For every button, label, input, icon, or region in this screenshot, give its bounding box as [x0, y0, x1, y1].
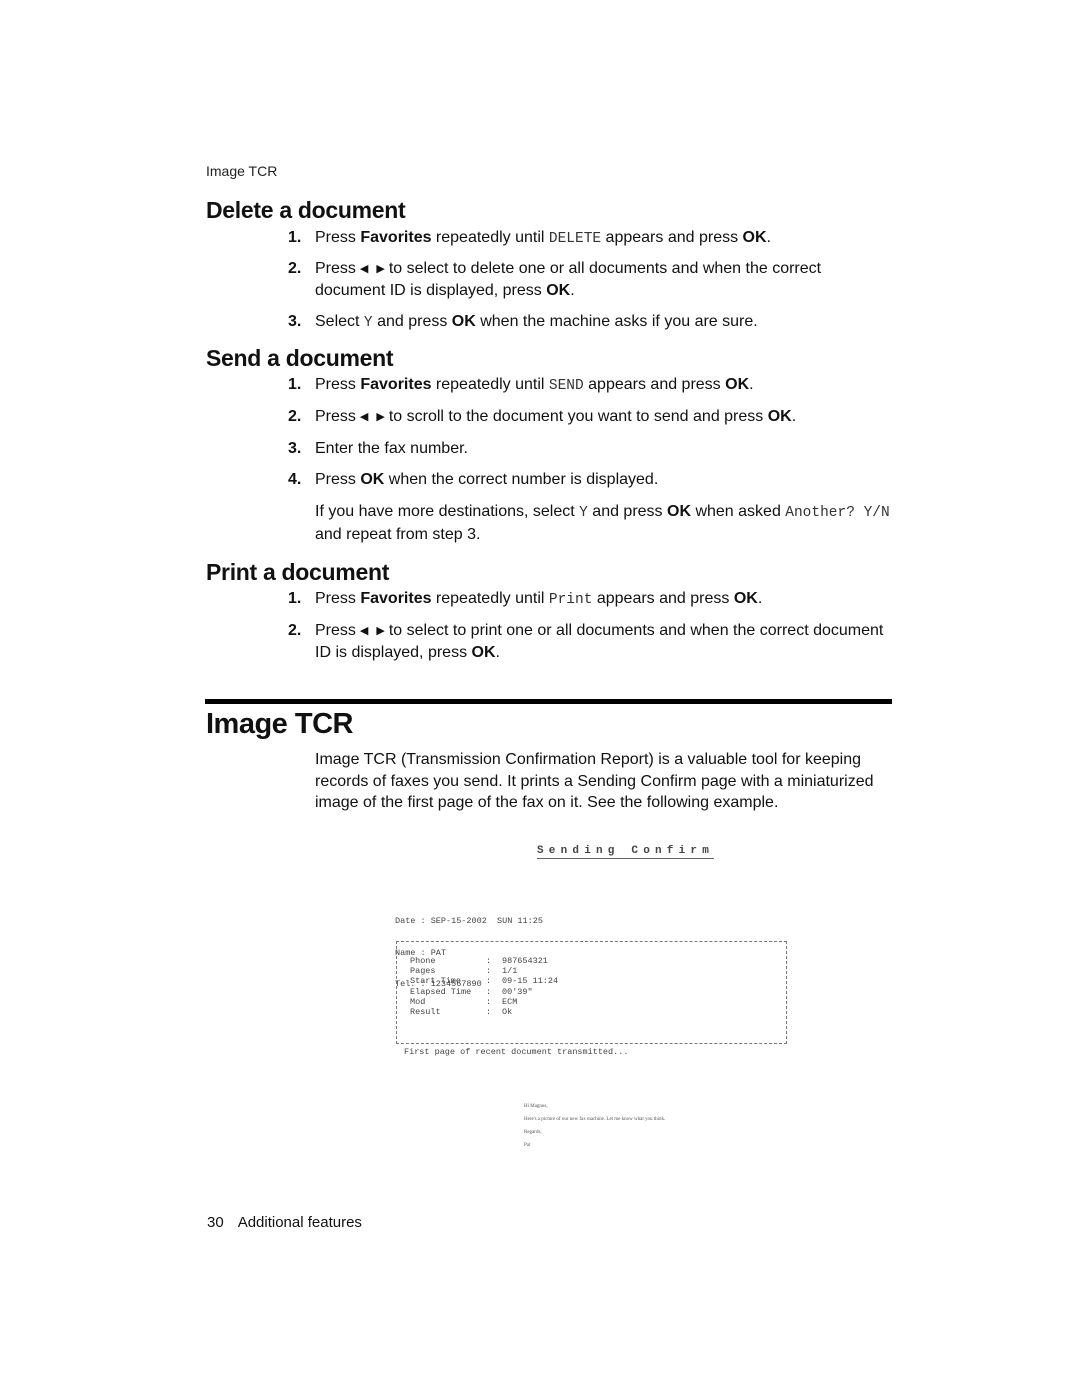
heading-delete-document: Delete a document [206, 197, 406, 223]
send-step-2: 2. Press ◀ ▶ to scroll to the document you … [288, 406, 888, 428]
left-arrow-icon: ◀ [359, 411, 369, 423]
step-number: 3. [288, 313, 302, 330]
step-number: 1. [288, 590, 302, 607]
heading-image-tcr: Image TCR [206, 708, 353, 740]
left-arrow-icon: ◀ [359, 625, 369, 637]
delete-step-2: 2. Press ◀ ▶ to select to delete one or all… [288, 260, 822, 299]
letter-line: Pat [524, 1143, 531, 1148]
delete-step-3: 3. Select Y and press OK when the machin… [288, 313, 758, 331]
heading-send-document: Send a document [206, 345, 394, 371]
step-number: 1. [288, 229, 302, 246]
right-arrow-icon: ▶ [376, 411, 385, 423]
print-step-1: 1. Press Favorites repeatedly until Prin… [288, 590, 763, 608]
letter-line: Here's a picture of our new fax machine.… [524, 1117, 666, 1122]
fax-date-line: Date : SEP-15-2002 SUN 11:25 [395, 916, 543, 926]
right-arrow-icon: ▶ [376, 263, 385, 275]
page-footer: 30 Additional features [207, 1214, 362, 1231]
fax-row-elapsed-time: Elapsed Time:00'39" [410, 986, 533, 997]
fax-row-mod: Mod: ECM [410, 996, 518, 1007]
fax-miniature-letter: Hi Magnus, Here's a picture of our new f… [524, 1100, 665, 1152]
heading-print-document: Print a document [206, 559, 390, 585]
fax-row-pages: Pages:1/1 [410, 966, 518, 977]
footer-section: Additional features [237, 1214, 362, 1231]
step-number: 2. [288, 260, 302, 277]
letter-line: Regards, [524, 1130, 542, 1135]
right-arrow-icon: ▶ [376, 625, 385, 637]
send-note: If you have more destinations, select Y … [315, 503, 890, 543]
send-step-1: 1. Press Favorites repeatedly until SEND… [288, 376, 754, 394]
step-number: 2. [288, 408, 302, 425]
fax-row-start-time: Start Time:09-15 11:24 [410, 976, 559, 987]
print-step-2: 2. Press ◀ ▶ to select to print one or all … [288, 622, 884, 661]
send-step-4: 4. Press OK when the correct number is d… [288, 471, 659, 488]
delete-step-1: 1. Press Favorites repeatedly until DELE… [288, 229, 771, 247]
section-rule [205, 699, 892, 704]
letter-line: Hi Magnus, [524, 1104, 548, 1109]
page-number: 30 [207, 1214, 224, 1231]
fax-footer-note: First page of recent document transmitte… [404, 1047, 629, 1057]
fax-row-result: Result: Ok [410, 1007, 513, 1018]
fax-row-phone: Phone:987654321 [410, 956, 548, 966]
step-number: 1. [288, 376, 302, 393]
step-number: 2. [288, 622, 302, 639]
running-head: Image TCR [206, 163, 278, 179]
step-number: 3. [288, 440, 302, 457]
step-number: 4. [288, 471, 302, 488]
send-step-3: 3. Enter the fax number. [288, 440, 468, 457]
fax-sending-confirm-title: Sending Confirm [537, 845, 715, 859]
fax-report-table: Phone:987654321 Pages:1/1 Start Time:09-… [410, 956, 558, 1017]
left-arrow-icon: ◀ [359, 263, 369, 275]
image-tcr-description: Image TCR (Transmission Confirmation Rep… [315, 751, 874, 811]
